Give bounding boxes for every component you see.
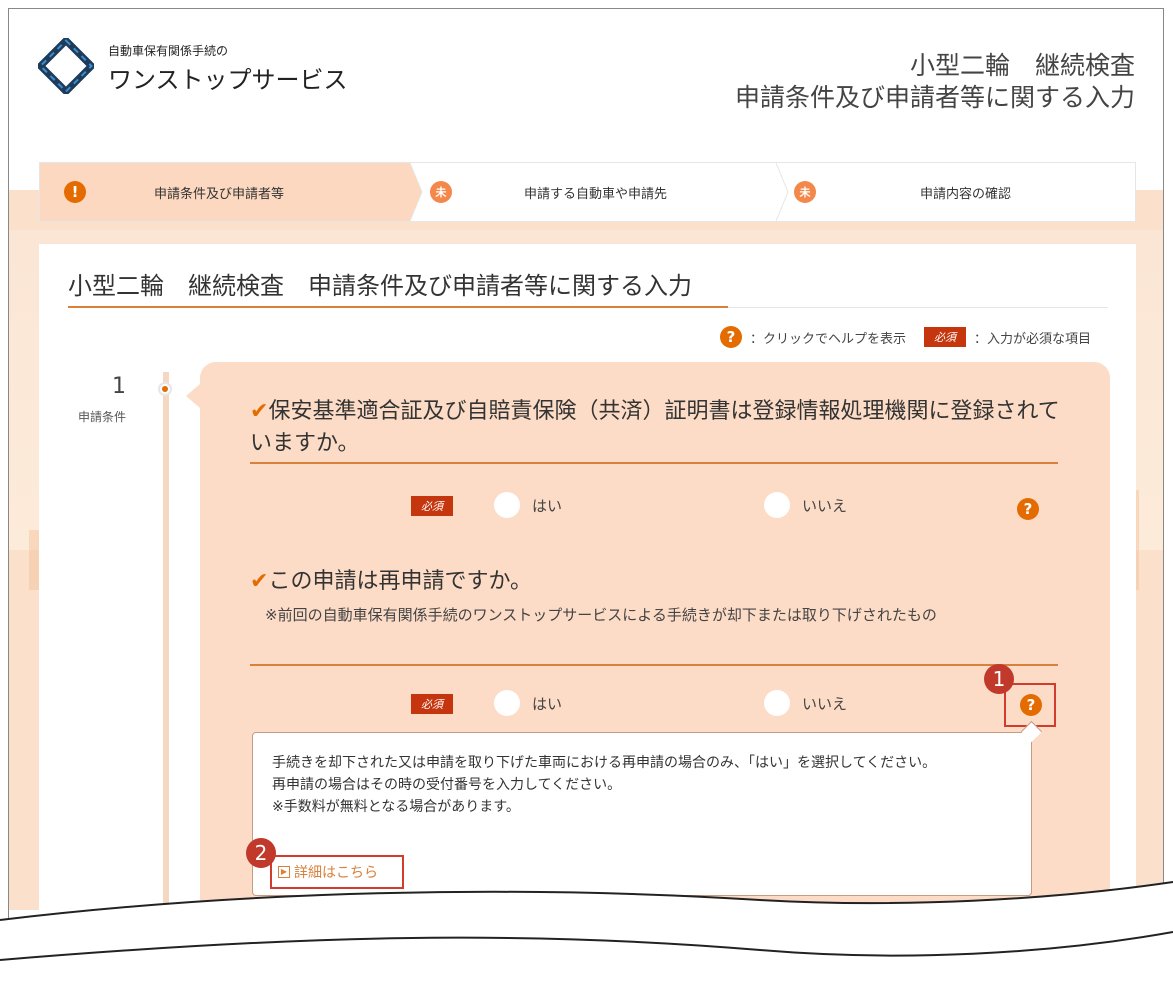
question-1-underline bbox=[250, 462, 1058, 464]
legend: ? ：クリックでヘルプを表示 必須 ：入力が必須な項目 bbox=[719, 326, 1091, 348]
question-2-underline bbox=[250, 664, 1058, 666]
pending-icon: 未 bbox=[794, 181, 816, 203]
check-icon: ✔ bbox=[250, 569, 269, 594]
legend-required-text: ：入力が必須な項目 bbox=[973, 331, 1091, 347]
required-badge: 必須 bbox=[411, 694, 453, 714]
help-line-3: ※手数料が無料となる場合があります。 bbox=[272, 799, 520, 815]
step-label: 申請する自動車や申請先 bbox=[524, 186, 668, 202]
section-number: 1 bbox=[112, 374, 126, 399]
logo-icon bbox=[38, 38, 94, 94]
brand-name: ワンストップサービス bbox=[108, 66, 348, 94]
legend-help-text: ：クリックでヘルプを表示 bbox=[749, 331, 906, 347]
help-icon[interactable]: ? bbox=[1017, 498, 1039, 520]
card-pointer bbox=[186, 384, 200, 408]
question-2-title: ✔この申請は再申請ですか。 bbox=[250, 569, 532, 594]
step-label: 申請条件及び申請者等 bbox=[154, 186, 285, 202]
title-divider bbox=[728, 307, 1108, 308]
question-1-answers: 必須 はい いいえ ? bbox=[250, 488, 1060, 524]
page-title: 小型二輪 継続検査 申請条件及び申請者等に関する入力 bbox=[68, 272, 692, 300]
required-badge: 必須 bbox=[411, 496, 453, 516]
help-line-2: 再申請の場合はその時の受付番号を入力してください。 bbox=[272, 777, 622, 793]
help-icon: ? bbox=[719, 326, 742, 348]
warning-icon: ! bbox=[64, 181, 86, 203]
brand-subtitle: 自動車保有関係手続の bbox=[108, 44, 229, 58]
q2-no-radio[interactable]: いいえ bbox=[764, 690, 847, 716]
arrow-box-icon: ▶ bbox=[278, 866, 290, 878]
page-cut-wave bbox=[0, 881, 1173, 984]
radio-label: いいえ bbox=[802, 694, 848, 713]
radio-circle[interactable] bbox=[494, 690, 520, 716]
progress-steps: ! 申請条件及び申請者等 未 申請する自動車や申請先 未 申請内容の確認 bbox=[39, 162, 1136, 222]
timeline-dot bbox=[158, 382, 172, 396]
header-title-page: 申請条件及び申請者等に関する入力 bbox=[734, 83, 1135, 112]
timeline-line bbox=[163, 372, 169, 912]
title-underline bbox=[68, 306, 728, 308]
step-label: 申請内容の確認 bbox=[920, 186, 1012, 202]
question-2-note: ※前回の自動車保有関係手続のワンストップサービスによる手続きが却下または取り下げ… bbox=[250, 606, 937, 624]
step-current: ! 申請条件及び申請者等 bbox=[40, 163, 410, 221]
callout-2-badge: 2 bbox=[246, 838, 276, 868]
radio-circle[interactable] bbox=[494, 492, 520, 518]
help-icon-highlight bbox=[1004, 683, 1056, 727]
radio-circle[interactable] bbox=[764, 690, 790, 716]
header-title-procedure: 小型二輪 継続検査 bbox=[909, 51, 1135, 80]
pending-icon: 未 bbox=[430, 181, 452, 203]
details-link-label[interactable]: 詳細はこちら bbox=[294, 862, 378, 882]
question-2-answers: 必須 はい いいえ ? bbox=[250, 686, 1060, 722]
step-confirm: 未 申請内容の確認 bbox=[794, 163, 1134, 221]
check-icon: ✔ bbox=[250, 399, 269, 424]
q1-yes-radio[interactable]: はい bbox=[494, 492, 562, 518]
radio-label: はい bbox=[532, 694, 563, 713]
q2-yes-radio[interactable]: はい bbox=[494, 690, 562, 716]
callout-1-badge: 1 bbox=[984, 664, 1014, 694]
radio-circle[interactable] bbox=[764, 492, 790, 518]
section-label: 申請条件 bbox=[78, 410, 127, 424]
radio-label: はい bbox=[532, 496, 563, 515]
help-line-1: 手続きを却下された又は申請を取り下げた車両における再申請の場合のみ、「はい」を選… bbox=[272, 755, 937, 771]
q1-no-radio[interactable]: いいえ bbox=[764, 492, 847, 518]
step-vehicle: 未 申請する自動車や申請先 bbox=[430, 163, 790, 221]
radio-label: いいえ bbox=[802, 496, 848, 515]
required-badge: 必須 bbox=[923, 327, 966, 347]
question-1-title: ✔保安基準適合証及び自賠責保険（共済）証明書は登録情報処理機関に登録されています… bbox=[250, 399, 1060, 456]
help-popup-text: 手続きを却下された又は申請を取り下げた車両における再申請の場合のみ、「はい」を選… bbox=[272, 752, 1022, 818]
